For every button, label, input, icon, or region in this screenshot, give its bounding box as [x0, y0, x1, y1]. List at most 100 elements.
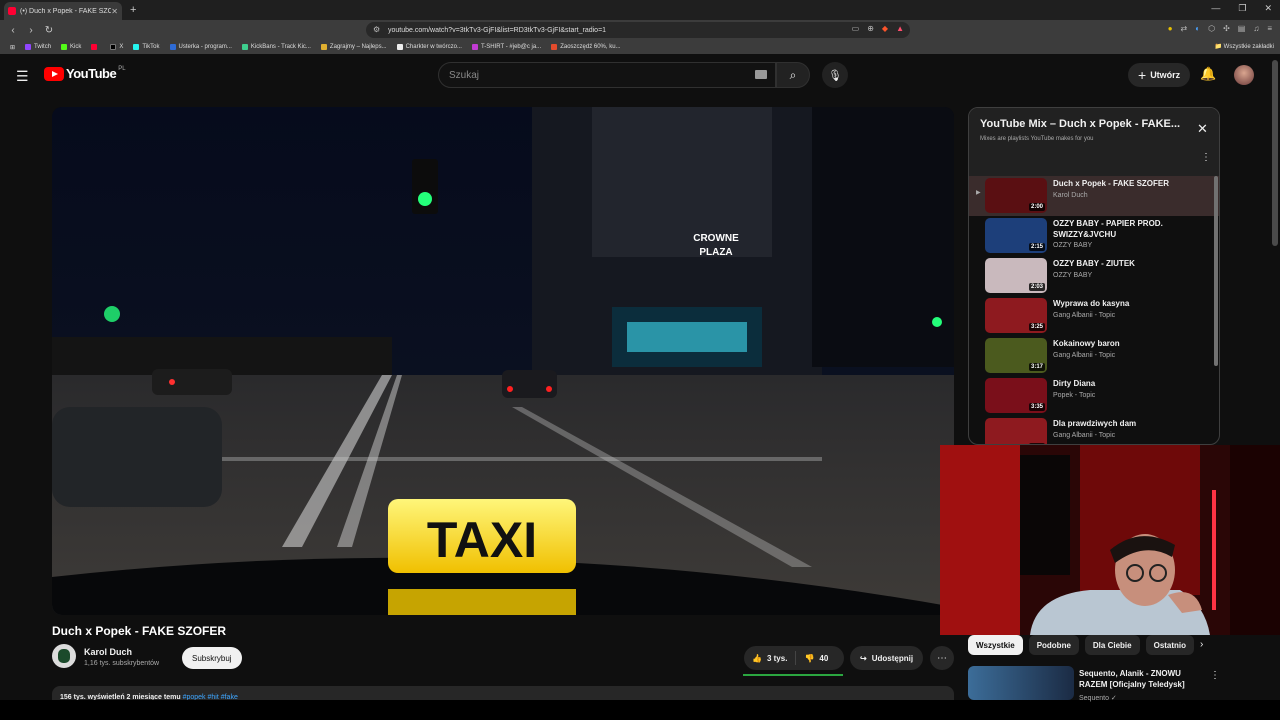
rewards-icon[interactable]: ▲ — [896, 24, 904, 33]
playlist-item[interactable]: 3:17 Kokainowy baron Gang Albanii - Topic — [969, 336, 1219, 376]
logo-text: YouTube — [66, 66, 117, 81]
playlist-item[interactable]: 3:25 Wyprawa do kasyna Gang Albanii - Topi… — [969, 296, 1219, 336]
extension-icon[interactable]: ● — [1168, 24, 1173, 33]
extension-icon[interactable]: ⬡ — [1208, 24, 1215, 33]
bookmark-item[interactable]: Kick — [61, 44, 81, 50]
all-bookmarks[interactable]: 📁 Wszystkie zakładki — [1215, 43, 1274, 50]
recommended-channel[interactable]: Sequento ✓ — [1079, 694, 1117, 702]
bookmark-item[interactable]: Zaoszczędź 60%, ku... — [551, 44, 621, 50]
playlist-item[interactable]: 2:03 OZZY BABY - ZIUTEK OZZY BABY — [969, 256, 1219, 296]
voice-search-button[interactable]: 🎙 — [822, 62, 848, 88]
subscribe-button[interactable]: Subskrybuj — [182, 647, 242, 669]
recommended-title[interactable]: Sequento, Alanik - ZNOWU RAZEM [Oficjaln… — [1079, 668, 1203, 690]
bookmark-item[interactable]: Zagrajmy – Najleps... — [320, 44, 387, 50]
address-bar[interactable]: ⚙ youtube.com/watch?v=3tkTv3-GjFI&list=R… — [366, 22, 910, 38]
youtube-logo[interactable]: YouTube PL — [44, 66, 126, 81]
playlist-title[interactable]: YouTube Mix – Duch x Popek - FAKE... — [980, 118, 1190, 130]
like-button[interactable]: 👍 3 tys. — [744, 651, 797, 665]
playlist-item-title[interactable]: Dla prawdziwych dam — [1053, 418, 1203, 429]
bookmark-item[interactable]: Charkter w twórczo... — [396, 44, 462, 50]
playlist-item-title[interactable]: OZZY BABY - ZIUTEK — [1053, 258, 1203, 269]
playlist-thumbnail[interactable]: 2:03 — [985, 258, 1047, 293]
maximize-icon[interactable]: ❐ — [1238, 3, 1246, 14]
playlist-item[interactable]: ▶ 2:00 Duch x Popek - FAKE SZOFER Karol Duc… — [969, 176, 1219, 216]
playlist-thumbnail[interactable]: 3:25 — [985, 298, 1047, 333]
forward-icon[interactable]: › — [26, 25, 36, 36]
bookmark-item[interactable] — [91, 44, 100, 50]
reload-icon[interactable]: ↻ — [44, 25, 54, 36]
bookmark-item[interactable]: Usterka - program... — [169, 44, 232, 50]
search-input[interactable]: Szukaj — [438, 62, 776, 88]
chip-for-you[interactable]: Dla Ciebie — [1084, 635, 1140, 655]
apps-icon[interactable]: ⊞ — [10, 44, 15, 51]
playlist-item-title[interactable]: Dirty Diana — [1053, 378, 1203, 389]
page-scrollbar[interactable] — [1272, 60, 1278, 246]
playlist-item-title[interactable]: Wyprawa do kasyna — [1053, 298, 1203, 309]
share-button[interactable]: ↪ Udostępnij — [850, 646, 924, 670]
video-title: Duch x Popek - FAKE SZOFER — [52, 624, 227, 638]
create-label: Utwórz — [1150, 70, 1181, 80]
duration-badge: 2:03 — [1028, 283, 1045, 291]
recommended-video[interactable]: Sequento, Alanik - ZNOWU RAZEM [Oficjaln… — [968, 666, 1220, 706]
recommended-thumbnail[interactable] — [968, 666, 1074, 700]
brave-shield-icon[interactable]: ◆ — [882, 24, 888, 33]
new-tab-button[interactable]: + — [130, 4, 136, 16]
close-icon[interactable]: ✕ — [1197, 121, 1208, 137]
playlist-thumbnail[interactable]: 3:17 — [985, 418, 1047, 444]
playlist-thumbnail[interactable]: 2:15 — [985, 218, 1047, 253]
playlist-thumbnail[interactable]: 3:17 — [985, 338, 1047, 373]
cast-icon[interactable]: ▭ — [852, 24, 860, 33]
playlist-item[interactable]: 3:17 Dla prawdziwych dam Gang Albanii - To… — [969, 416, 1219, 444]
playlist-item-title[interactable]: Kokainowy baron — [1053, 338, 1203, 349]
playlist-item[interactable]: 3:35 Dirty Diana Popek - Topic — [969, 376, 1219, 416]
back-icon[interactable]: ‹ — [8, 25, 18, 36]
playlist-thumbnail[interactable]: 3:35 — [985, 378, 1047, 413]
bookmark-item[interactable]: KickBans - Track Kic... — [241, 44, 311, 50]
plus-icon: + — [1138, 67, 1147, 83]
close-tab-icon[interactable]: ✕ — [111, 7, 118, 16]
extensions-area: ● ⇄ ◐ ⬡ ✣ ▤ ♫ ≡ — [1168, 24, 1272, 33]
dislike-button[interactable]: 👎 40 — [796, 654, 836, 663]
browser-tab[interactable]: (•) Duch x Popek - FAKE SZOFER ✕ — [4, 2, 122, 20]
bookmark-item[interactable]: Twitch — [25, 44, 51, 50]
playlist-item-channel: OZZY BABY — [1053, 272, 1093, 279]
channel-avatar[interactable] — [52, 644, 76, 668]
notifications-bell-icon[interactable]: 🔔 — [1200, 66, 1216, 82]
bookmark-item[interactable]: TikTok — [133, 44, 160, 50]
site-info-icon[interactable]: ⚙ — [373, 25, 380, 34]
extension-icon[interactable]: ⇄ — [1181, 24, 1188, 33]
avatar[interactable] — [1234, 65, 1254, 85]
more-actions-button[interactable]: ⋯ — [930, 646, 954, 670]
playlist-scrollbar[interactable] — [1214, 176, 1218, 366]
video-frame: TAXI CROWNE PLAZA — [52, 107, 954, 615]
chip-all[interactable]: Wszystkie — [968, 635, 1023, 655]
chevron-right-icon[interactable]: › — [1200, 639, 1203, 650]
puzzle-icon[interactable]: ✣ — [1223, 24, 1230, 33]
more-vertical-icon[interactable]: ⋮ — [1210, 670, 1220, 681]
logo-country: PL — [118, 66, 126, 72]
sidebar-icon[interactable]: ▤ — [1238, 24, 1246, 33]
keyboard-icon[interactable] — [755, 70, 767, 79]
bookmark-item[interactable]: T-SHIRT - #jeb@c ja... — [471, 44, 541, 50]
chip-similar[interactable]: Podobne — [1028, 635, 1079, 655]
channel-name[interactable]: Karol Duch — [84, 647, 132, 657]
create-button[interactable]: + Utwórz — [1128, 63, 1191, 87]
share-label: Udostępnij — [871, 653, 914, 663]
extension-icon[interactable]: ◐ — [1195, 24, 1200, 33]
minimize-icon[interactable]: — — [1211, 3, 1220, 14]
close-window-icon[interactable]: ✕ — [1264, 3, 1272, 14]
video-player[interactable]: TAXI CROWNE PLAZA — [52, 107, 954, 615]
media-icon[interactable]: ♫ — [1253, 24, 1259, 33]
search-button[interactable]: ⌕ — [776, 62, 810, 88]
playlist-item-title[interactable]: Duch x Popek - FAKE SZOFER — [1053, 178, 1203, 189]
zoom-icon[interactable]: ⊕ — [867, 24, 874, 33]
playlist-item[interactable]: 2:15 OZZY BABY - PAPIER PROD. SWIZZY&JVCH… — [969, 216, 1219, 256]
more-vertical-icon[interactable]: ⋮ — [1201, 152, 1211, 163]
chip-recent[interactable]: Ostatnio — [1145, 635, 1195, 655]
guide-menu-icon[interactable]: ☰ — [16, 68, 29, 85]
bookmark-item[interactable]: X — [110, 44, 123, 50]
like-ratio-bar — [743, 674, 843, 676]
playlist-thumbnail[interactable]: 2:00 — [985, 178, 1047, 213]
playlist-item-title[interactable]: OZZY BABY - PAPIER PROD. SWIZZY&JVCHU — [1053, 218, 1203, 240]
menu-icon[interactable]: ≡ — [1267, 24, 1272, 33]
